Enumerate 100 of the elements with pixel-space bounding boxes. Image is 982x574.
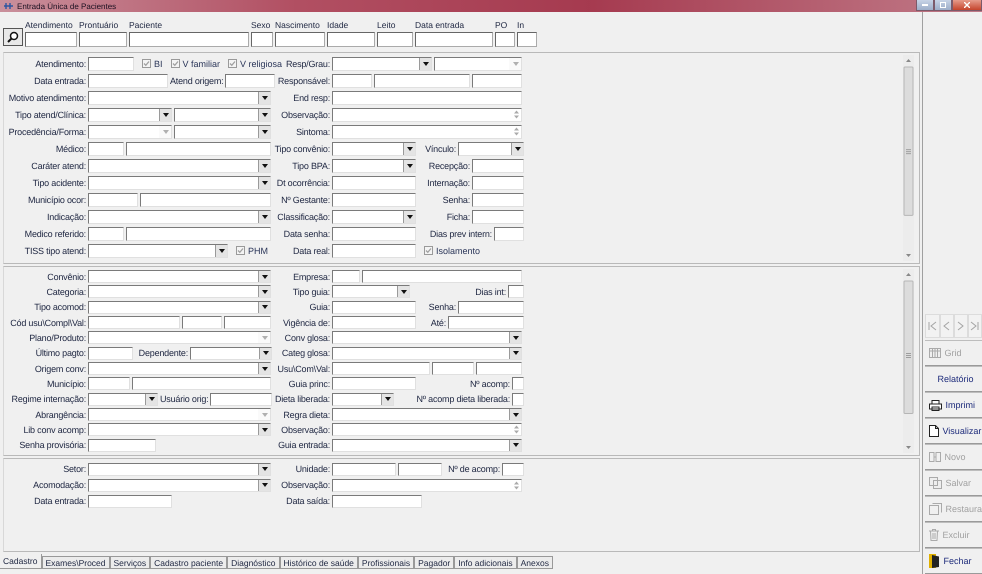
dropdown[interactable]: [174, 124, 271, 138]
tab[interactable]: Info adicionais: [454, 556, 517, 569]
text-field[interactable]: [508, 285, 524, 298]
dropdown[interactable]: [332, 331, 522, 344]
dropdown[interactable]: [174, 108, 271, 122]
text-field[interactable]: [182, 316, 222, 330]
tab[interactable]: Exames\Proced: [42, 556, 110, 569]
text-field[interactable]: [88, 56, 134, 70]
input-field[interactable]: [79, 32, 127, 47]
dropdown[interactable]: [332, 392, 394, 406]
input-field[interactable]: [495, 32, 515, 47]
tab[interactable]: Cadastro paciente: [150, 556, 228, 569]
text-field[interactable]: [332, 90, 522, 104]
text-field[interactable]: [332, 244, 416, 258]
text-field[interactable]: [332, 74, 372, 88]
dropdown[interactable]: [88, 300, 271, 314]
text-field[interactable]: [502, 462, 524, 476]
text-field[interactable]: [88, 74, 168, 88]
text-field[interactable]: [332, 226, 416, 240]
text-field[interactable]: [472, 192, 524, 206]
text-field[interactable]: [362, 270, 522, 284]
toolbar-button[interactable]: Fechar: [925, 548, 982, 574]
text-field[interactable]: [88, 316, 180, 330]
tab[interactable]: Profissionais: [358, 556, 414, 569]
text-field[interactable]: [88, 142, 124, 156]
tab[interactable]: Histórico de saúde: [280, 556, 358, 569]
input-field[interactable]: [25, 32, 77, 47]
text-field[interactable]: [448, 316, 524, 330]
text-field[interactable]: [88, 377, 130, 390]
toolbar-button[interactable]: Imprimi: [925, 392, 982, 418]
memo-field[interactable]: [332, 108, 522, 122]
text-field[interactable]: [88, 226, 124, 240]
text-field[interactable]: [210, 392, 272, 406]
text-field[interactable]: [332, 176, 416, 190]
input-field[interactable]: [415, 32, 493, 47]
memo-field[interactable]: [332, 423, 522, 436]
text-field[interactable]: [224, 316, 271, 330]
text-field[interactable]: [132, 377, 271, 390]
dropdown[interactable]: [332, 142, 416, 156]
toolbar-button[interactable]: Relatório: [925, 366, 982, 392]
dropdown[interactable]: [332, 158, 416, 172]
text-field[interactable]: [225, 74, 276, 88]
dropdown[interactable]: [88, 244, 228, 258]
tab[interactable]: Cadastro: [0, 554, 42, 569]
text-field[interactable]: [472, 210, 524, 224]
text-field[interactable]: [472, 74, 522, 88]
input-field[interactable]: [129, 32, 249, 47]
input-field[interactable]: [327, 32, 375, 47]
text-field[interactable]: [88, 494, 172, 508]
dropdown[interactable]: [88, 478, 271, 492]
dropdown[interactable]: [88, 176, 271, 190]
input-field[interactable]: [275, 32, 325, 47]
input-field[interactable]: [377, 32, 413, 47]
dropdown[interactable]: [88, 210, 271, 224]
text-field[interactable]: [126, 142, 271, 156]
dropdown[interactable]: [88, 285, 271, 298]
minimize-button[interactable]: [916, 0, 934, 11]
text-field[interactable]: [332, 300, 416, 314]
input-field[interactable]: [517, 32, 537, 47]
text-field[interactable]: [472, 158, 524, 172]
close-button[interactable]: [952, 0, 982, 11]
tab[interactable]: Pagador: [414, 556, 454, 569]
dropdown[interactable]: [88, 362, 271, 376]
text-field[interactable]: [140, 192, 271, 206]
text-field[interactable]: [332, 316, 416, 330]
memo-field[interactable]: [332, 478, 522, 492]
text-field[interactable]: [88, 346, 133, 360]
text-field[interactable]: [126, 226, 271, 240]
tab[interactable]: Anexos: [516, 556, 553, 569]
text-field[interactable]: [332, 192, 416, 206]
text-field[interactable]: [332, 362, 430, 376]
dropdown[interactable]: [88, 90, 271, 104]
dropdown[interactable]: [332, 438, 522, 452]
input-field[interactable]: [251, 32, 273, 47]
text-field[interactable]: [512, 377, 524, 390]
tab[interactable]: Diagnóstico: [227, 556, 280, 569]
search-button[interactable]: [3, 28, 23, 46]
text-field[interactable]: [476, 362, 522, 376]
text-field[interactable]: [332, 462, 396, 476]
text-field[interactable]: [512, 392, 524, 406]
memo-field[interactable]: [332, 124, 522, 138]
dropdown[interactable]: [88, 270, 271, 284]
text-field[interactable]: [398, 462, 442, 476]
dropdown[interactable]: [332, 346, 522, 360]
dropdown[interactable]: [332, 408, 522, 422]
text-field[interactable]: [332, 270, 360, 284]
maximize-button[interactable]: [934, 0, 952, 11]
toolbar-button[interactable]: Visualizar: [925, 418, 982, 444]
text-field[interactable]: [432, 362, 474, 376]
dropdown[interactable]: [88, 462, 271, 476]
dropdown[interactable]: [88, 392, 158, 406]
text-field[interactable]: [458, 300, 524, 314]
text-field[interactable]: [88, 192, 138, 206]
dropdown[interactable]: [332, 56, 432, 70]
text-field[interactable]: [374, 74, 470, 88]
dropdown[interactable]: [458, 142, 524, 156]
dropdown[interactable]: [190, 346, 272, 360]
text-field[interactable]: [494, 226, 524, 240]
tab[interactable]: Serviços: [110, 556, 150, 569]
dropdown[interactable]: [88, 423, 271, 436]
